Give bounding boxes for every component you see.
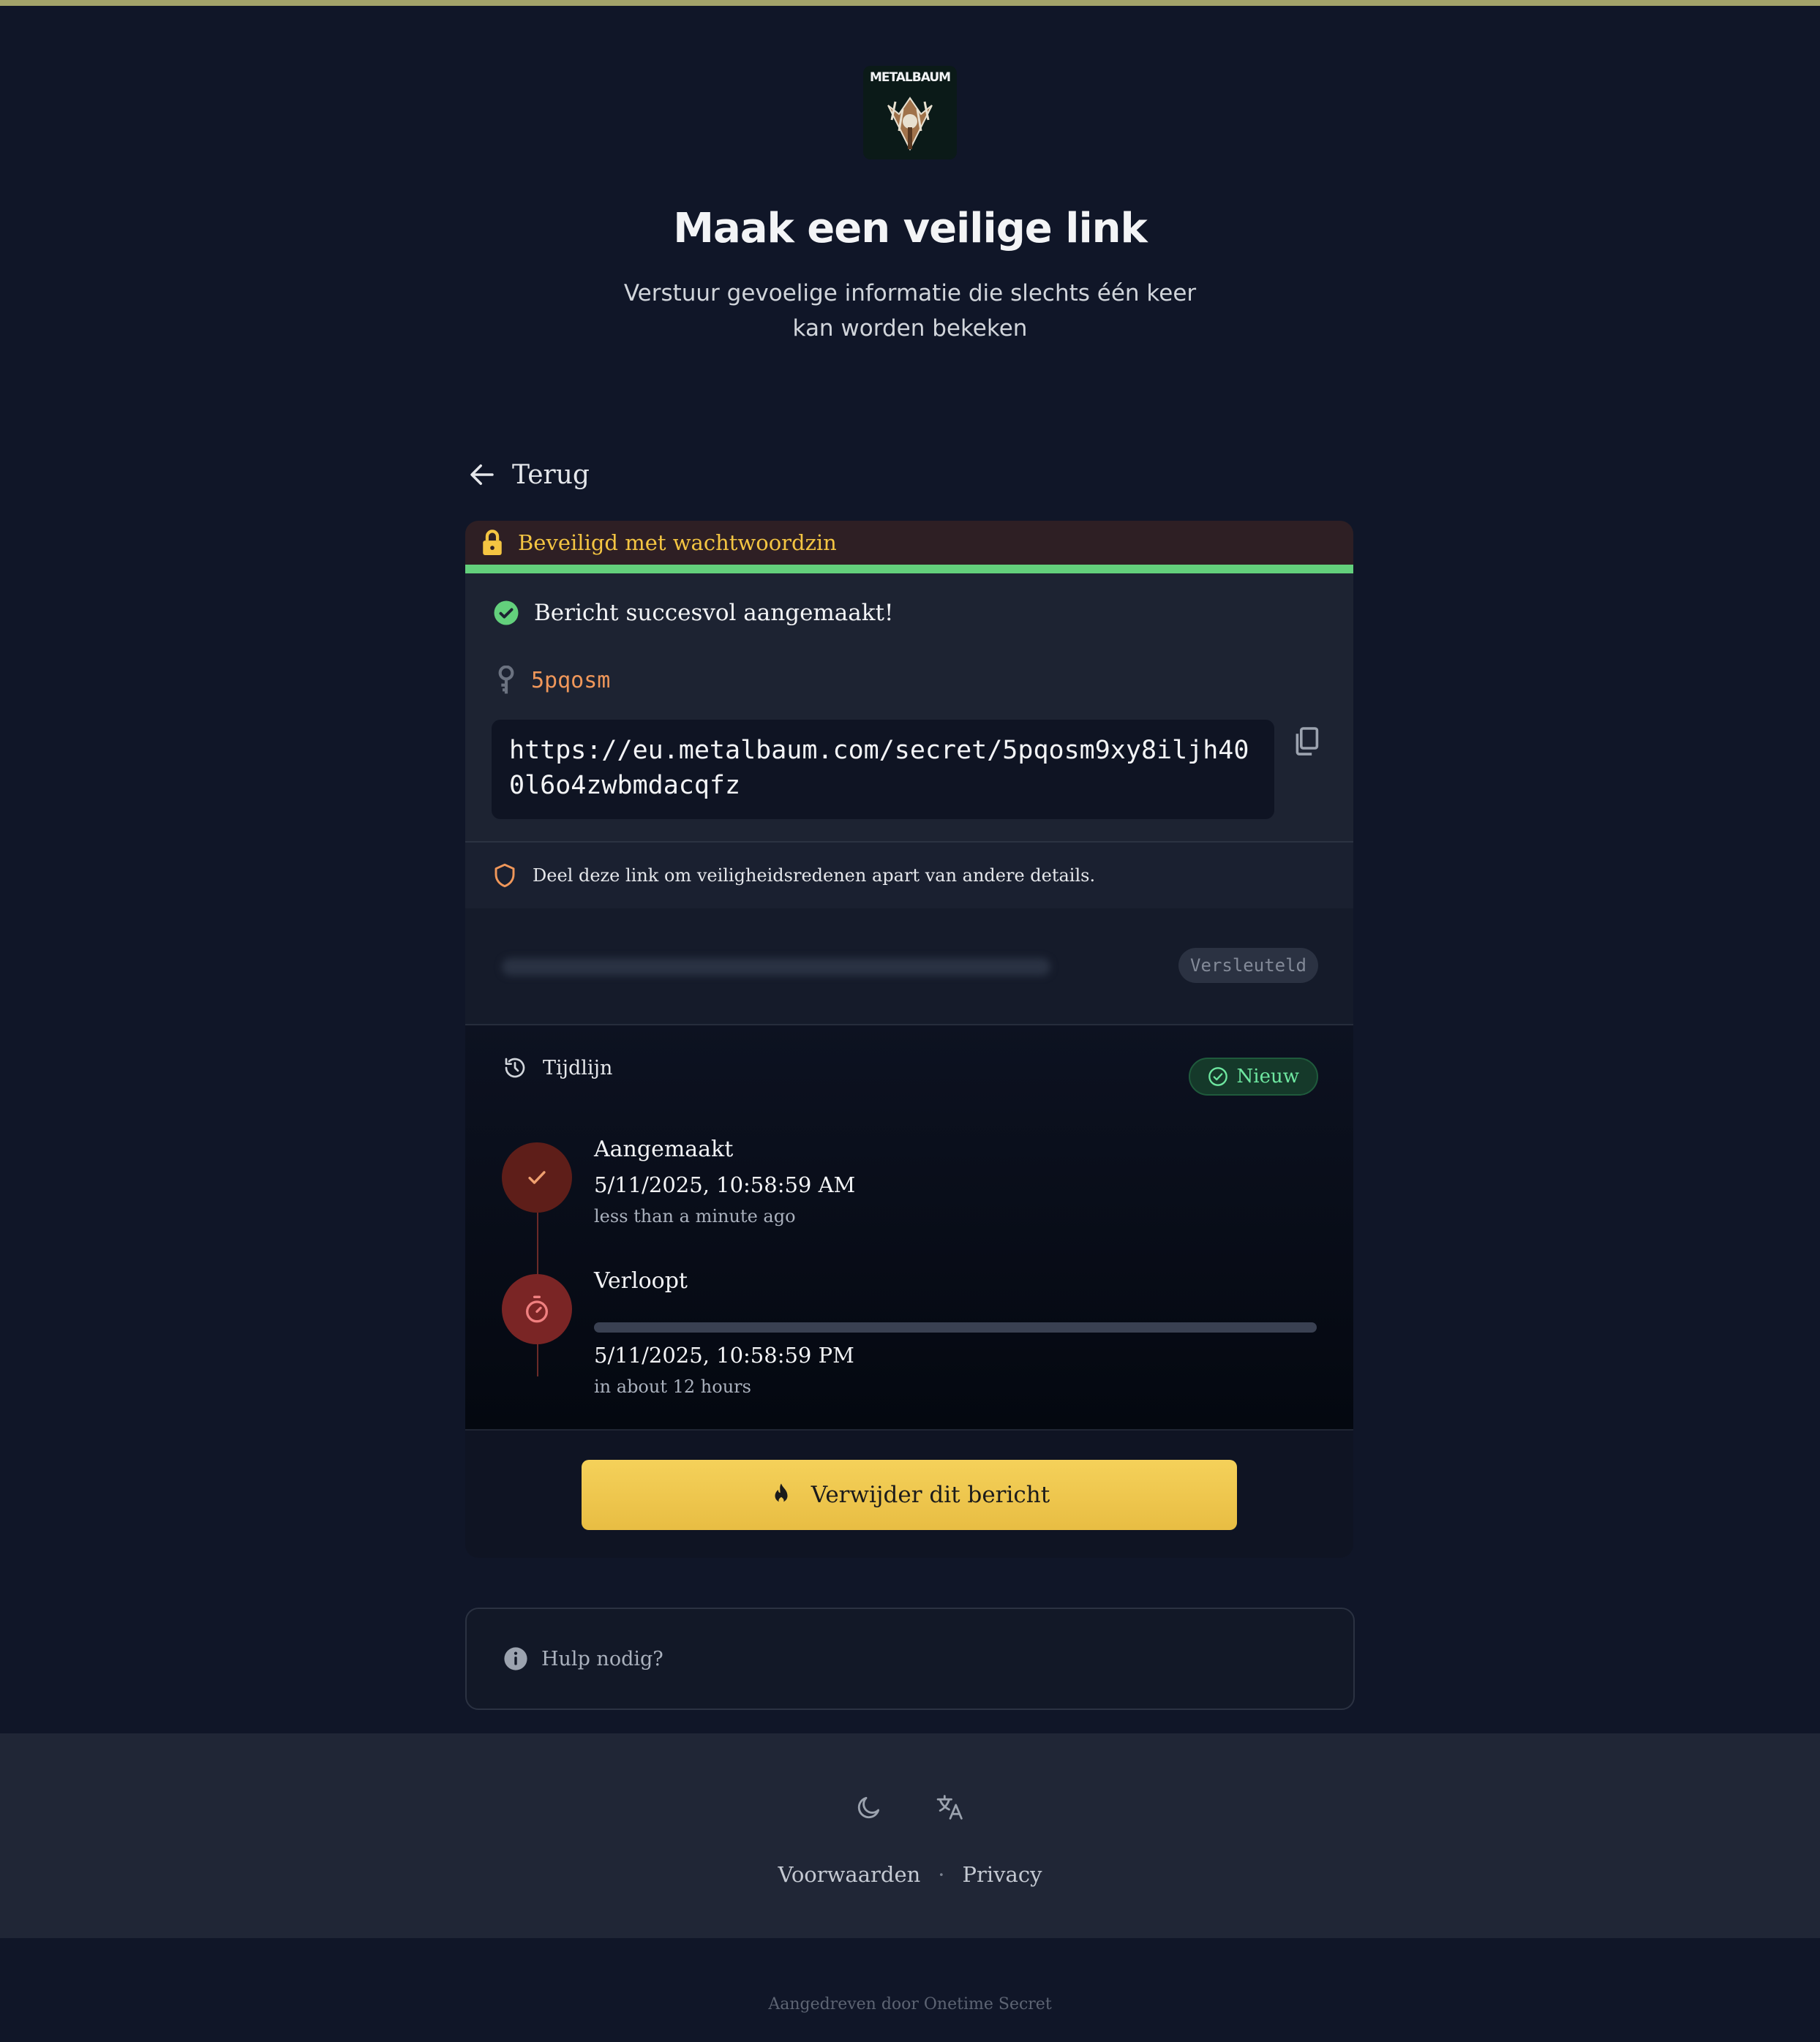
theme-toggle[interactable] [855,1793,883,1824]
share-note: Deel deze link om veiligheidsredenen apa… [465,843,1353,908]
key-icon [498,666,514,694]
secret-key-row: 5pqosm [496,666,610,695]
secret-key: 5pqosm [531,667,611,693]
status-badge: Nieuw [1188,1058,1318,1096]
help-label: Hulp nodig? [541,1647,663,1670]
back-label: Terug [512,459,590,490]
success-bar [465,565,1353,573]
event-title: Aangemaakt [594,1137,734,1162]
moon-icon [857,1796,880,1819]
timer-icon [526,1295,548,1323]
page-header: METALBAUM Maak een veilige link Verstuur… [0,66,1820,346]
logo-wordmark: METALBAUM [869,70,951,85]
status-badge-label: Nieuw [1236,1066,1299,1088]
blurred-content [502,958,1050,976]
created-marker [502,1142,572,1213]
footer-controls [0,1793,1820,1824]
terms-link[interactable]: Voorwaarden [778,1862,921,1887]
help-toggle[interactable]: Hulp nodig? [465,1608,1355,1710]
secret-url[interactable]: https://eu.metalbaum.com/secret/5pqosm9x… [492,720,1274,819]
event-relative: less than a minute ago [594,1206,796,1227]
flame-icon [775,1483,788,1504]
event-title: Verloopt [594,1268,688,1294]
passphrase-label: Beveiligd met wachtwoordzin [518,530,837,555]
copy-button[interactable] [1293,727,1320,759]
success-row: Bericht succesvol aangemaakt! [493,600,893,626]
timeline-title: Tijdlijn [543,1056,613,1080]
footer-links: Voorwaarden · Privacy [0,1862,1820,1887]
metalbaum-logo: METALBAUM [863,66,957,159]
timeline-header: Tijdlijn [503,1056,612,1080]
top-accent-bar [0,0,1820,6]
check-icon [528,1171,546,1184]
shield-icon [495,863,515,888]
encrypted-badge: Versleuteld [1178,948,1318,983]
translate-icon [936,1795,963,1820]
page-title: Maak een veilige link [673,205,1148,252]
timeline-event-created: Aangemaakt 5/11/2025, 10:58:59 AM less t… [594,1137,855,1227]
burn-button-label: Verwijder dit bericht [811,1482,1050,1508]
secret-card: Beveiligd met wachtwoordzin Bericht succ… [465,521,1353,1558]
powered-by[interactable]: Aangedreven door Onetime Secret [0,1995,1820,2013]
event-date: 5/11/2025, 10:58:59 AM [594,1172,856,1197]
passphrase-banner: Beveiligd met wachtwoordzin [465,521,1353,565]
event-date: 5/11/2025, 10:58:59 PM [594,1343,854,1368]
footer-separator: · [938,1862,945,1887]
page-subtitle: Verstuur gevoelige informatie die slecht… [623,280,1197,342]
info-icon [504,1647,527,1670]
copy-icon [1296,727,1319,756]
footer: Voorwaarden · Privacy [0,1733,1820,1938]
check-circle-icon [1208,1067,1227,1086]
expires-marker [502,1274,572,1344]
privacy-link[interactable]: Privacy [963,1862,1042,1887]
burn-secret-button[interactable]: Verwijder dit bericht [582,1460,1237,1530]
check-circle-icon [494,600,519,625]
timeline-event-expires-details: 5/11/2025, 10:58:59 PM in about 12 hours [594,1343,854,1397]
encrypted-preview: Versleuteld [465,908,1353,1025]
timeline-event-expires: Verloopt [594,1268,688,1294]
event-relative: in about 12 hours [594,1376,751,1397]
history-icon [505,1058,525,1078]
back-button[interactable]: Terug [467,459,590,490]
expiry-progress [594,1322,1317,1333]
timeline: Tijdlijn Nieuw Aangemaakt 5/11/2025, 10:… [465,1025,1353,1431]
success-message: Bericht succesvol aangemaakt! [534,600,894,626]
action-area: Verwijder dit bericht [465,1431,1353,1558]
link-section: Bericht succesvol aangemaakt! 5pqosm htt… [465,573,1353,843]
lock-icon [483,530,502,555]
arrow-left-icon [470,464,494,485]
share-note-text: Deel deze link om veiligheidsredenen apa… [533,865,1096,886]
language-selector[interactable] [936,1793,965,1824]
